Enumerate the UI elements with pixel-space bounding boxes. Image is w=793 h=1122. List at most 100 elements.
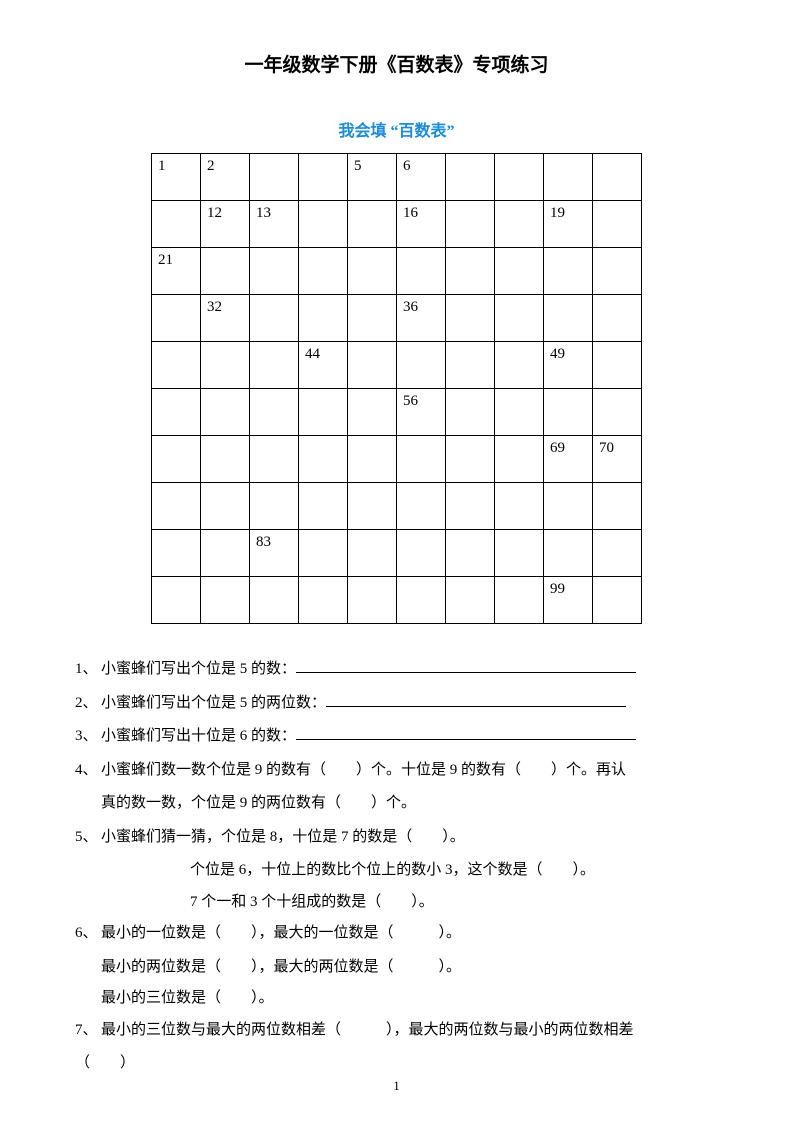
answer-blank[interactable] [296, 655, 636, 673]
grid-cell[interactable] [348, 577, 397, 624]
grid-cell[interactable] [152, 389, 201, 436]
grid-cell[interactable] [299, 389, 348, 436]
grid-cell[interactable] [446, 342, 495, 389]
grid-cell[interactable] [544, 154, 593, 201]
grid-cell[interactable] [348, 389, 397, 436]
grid-cell[interactable]: 83 [250, 530, 299, 577]
grid-cell[interactable]: 56 [397, 389, 446, 436]
grid-cell[interactable] [593, 201, 642, 248]
grid-cell[interactable]: 44 [299, 342, 348, 389]
grid-cell[interactable] [446, 483, 495, 530]
grid-cell[interactable] [495, 342, 544, 389]
grid-cell[interactable]: 13 [250, 201, 299, 248]
grid-cell[interactable]: 36 [397, 295, 446, 342]
grid-cell[interactable] [446, 295, 495, 342]
grid-cell[interactable] [152, 577, 201, 624]
grid-cell[interactable] [299, 483, 348, 530]
grid-cell[interactable] [544, 248, 593, 295]
grid-cell[interactable] [446, 201, 495, 248]
grid-cell[interactable] [201, 248, 250, 295]
grid-cell[interactable] [446, 577, 495, 624]
grid-cell[interactable] [544, 483, 593, 530]
grid-cell[interactable] [299, 577, 348, 624]
grid-cell[interactable] [495, 483, 544, 530]
grid-cell[interactable] [299, 295, 348, 342]
grid-cell[interactable]: 32 [201, 295, 250, 342]
grid-cell[interactable] [495, 201, 544, 248]
grid-cell[interactable] [397, 342, 446, 389]
grid-cell[interactable]: 16 [397, 201, 446, 248]
grid-cell[interactable] [593, 530, 642, 577]
grid-cell[interactable] [397, 483, 446, 530]
grid-cell[interactable] [593, 483, 642, 530]
answer-blank[interactable] [296, 722, 636, 740]
grid-cell[interactable] [201, 483, 250, 530]
grid-cell[interactable]: 99 [544, 577, 593, 624]
grid-cell[interactable] [593, 295, 642, 342]
grid-cell[interactable] [495, 248, 544, 295]
answer-blank[interactable] [326, 689, 626, 707]
grid-cell[interactable] [495, 154, 544, 201]
grid-cell[interactable]: 5 [348, 154, 397, 201]
grid-cell[interactable] [397, 248, 446, 295]
grid-cell[interactable] [593, 342, 642, 389]
grid-cell[interactable] [446, 436, 495, 483]
grid-cell[interactable]: 19 [544, 201, 593, 248]
grid-cell[interactable] [495, 577, 544, 624]
grid-cell[interactable] [299, 530, 348, 577]
grid-cell[interactable]: 12 [201, 201, 250, 248]
grid-cell[interactable] [152, 483, 201, 530]
grid-cell[interactable] [446, 248, 495, 295]
grid-cell[interactable] [250, 342, 299, 389]
grid-cell[interactable] [201, 389, 250, 436]
grid-cell[interactable] [495, 389, 544, 436]
grid-cell[interactable]: 69 [544, 436, 593, 483]
grid-cell[interactable] [152, 295, 201, 342]
grid-cell[interactable]: 70 [593, 436, 642, 483]
grid-cell[interactable] [201, 342, 250, 389]
grid-cell[interactable] [250, 483, 299, 530]
grid-cell[interactable]: 1 [152, 154, 201, 201]
grid-cell[interactable] [299, 436, 348, 483]
grid-cell[interactable] [250, 248, 299, 295]
grid-cell[interactable] [152, 201, 201, 248]
grid-cell[interactable] [299, 154, 348, 201]
grid-cell[interactable] [250, 295, 299, 342]
grid-cell[interactable] [201, 577, 250, 624]
grid-cell[interactable] [397, 530, 446, 577]
grid-cell[interactable] [348, 201, 397, 248]
grid-cell[interactable] [593, 389, 642, 436]
grid-cell[interactable]: 2 [201, 154, 250, 201]
grid-cell[interactable] [250, 577, 299, 624]
grid-cell[interactable] [495, 436, 544, 483]
grid-cell[interactable] [544, 530, 593, 577]
grid-cell[interactable] [446, 530, 495, 577]
grid-cell[interactable] [152, 530, 201, 577]
grid-cell[interactable] [593, 154, 642, 201]
grid-cell[interactable]: 49 [544, 342, 593, 389]
grid-cell[interactable] [250, 154, 299, 201]
grid-cell[interactable] [397, 436, 446, 483]
grid-cell[interactable] [348, 342, 397, 389]
grid-cell[interactable] [348, 483, 397, 530]
grid-cell[interactable]: 21 [152, 248, 201, 295]
grid-cell[interactable] [201, 436, 250, 483]
grid-cell[interactable] [299, 248, 348, 295]
grid-cell[interactable] [348, 530, 397, 577]
grid-cell[interactable] [446, 154, 495, 201]
grid-cell[interactable] [250, 436, 299, 483]
grid-cell[interactable] [544, 389, 593, 436]
grid-cell[interactable] [593, 577, 642, 624]
grid-cell[interactable] [299, 201, 348, 248]
grid-cell[interactable] [446, 389, 495, 436]
grid-cell[interactable] [593, 248, 642, 295]
grid-cell[interactable] [348, 436, 397, 483]
grid-cell[interactable] [495, 530, 544, 577]
grid-cell[interactable] [250, 389, 299, 436]
grid-cell[interactable] [152, 436, 201, 483]
grid-cell[interactable] [495, 295, 544, 342]
grid-cell[interactable]: 6 [397, 154, 446, 201]
grid-cell[interactable] [348, 248, 397, 295]
grid-cell[interactable] [397, 577, 446, 624]
grid-cell[interactable] [201, 530, 250, 577]
